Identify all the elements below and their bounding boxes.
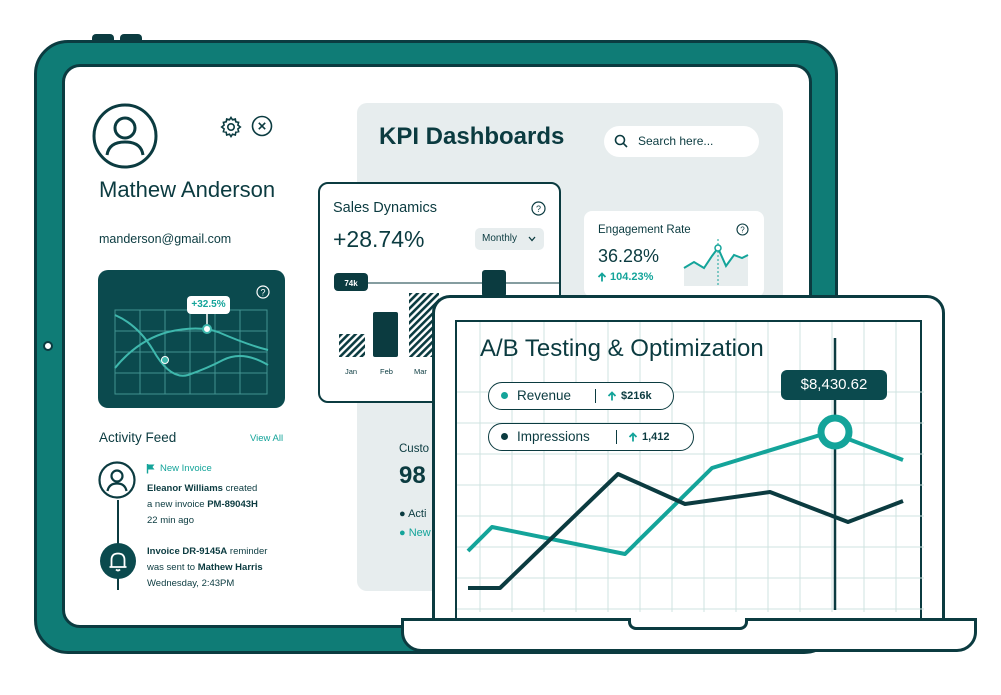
- legend-dot: [501, 392, 508, 399]
- feed-tag: New Invoice: [160, 463, 212, 474]
- arrow-up-icon: [628, 432, 638, 442]
- legend-label: Impressions: [517, 429, 590, 444]
- close-icon[interactable]: [251, 115, 273, 137]
- engagement-sparkline: [683, 239, 749, 286]
- sales-title: Sales Dynamics: [333, 200, 437, 216]
- legend-value: $216k: [621, 390, 652, 402]
- ab-testing-chart: [466, 338, 904, 610]
- svg-text:?: ?: [260, 287, 265, 297]
- legend-separator: [595, 389, 596, 403]
- highlight-point: [817, 414, 853, 450]
- legend-dot: [501, 433, 508, 440]
- view-all-link[interactable]: View All: [250, 433, 283, 444]
- search-placeholder: Search here...: [638, 134, 714, 148]
- bell-icon: [100, 543, 136, 579]
- help-icon[interactable]: ?: [531, 201, 546, 216]
- arrow-up-icon: [597, 272, 607, 282]
- help-icon[interactable]: ?: [736, 223, 749, 236]
- customers-label: Custo: [399, 443, 430, 455]
- profile-name: Mathew Anderson: [99, 177, 276, 202]
- user-avatar-icon[interactable]: [92, 103, 158, 169]
- period-select[interactable]: Monthly: [475, 228, 544, 250]
- profile-email: manderson@gmail.com: [99, 232, 232, 246]
- engagement-title: Engagement Rate: [598, 224, 691, 236]
- legend-value: 1,412: [642, 431, 670, 443]
- month-label: Mar: [414, 367, 427, 376]
- customers-item: ● New: [399, 527, 431, 539]
- arrow-up-icon: [607, 391, 617, 401]
- sales-value: +28.74%: [333, 226, 425, 252]
- engagement-value: 36.28%: [598, 246, 660, 266]
- customers-item: ● Acti: [399, 508, 427, 520]
- month-label: Jan: [345, 367, 358, 376]
- customers-value: 98: [399, 462, 426, 489]
- legend-revenue[interactable]: Revenue $216k: [488, 382, 674, 410]
- legend-label: Revenue: [517, 388, 572, 403]
- kpi-title: KPI Dashboards: [379, 123, 565, 150]
- value-tooltip: $8,430.62: [781, 370, 887, 400]
- tablet-camera: [43, 341, 53, 351]
- slider-label: 74k: [344, 279, 358, 288]
- help-icon[interactable]: ?: [256, 285, 270, 299]
- laptop-notch: [628, 618, 748, 630]
- series-line-impressions: [468, 472, 904, 590]
- month-label: Feb: [380, 367, 393, 376]
- chevron-down-icon: [528, 236, 536, 242]
- legend-separator: [616, 430, 617, 444]
- flag-icon: [146, 464, 155, 474]
- feed-item-text: Invoice DR-9145A reminder was sent to Ma…: [147, 546, 268, 589]
- user-icon: [98, 461, 136, 499]
- svg-text:?: ?: [536, 204, 541, 214]
- engagement-delta: 104.23%: [610, 271, 654, 283]
- growth-badge: +32.5%: [187, 296, 230, 314]
- gear-icon[interactable]: [219, 115, 243, 139]
- search-icon: [614, 134, 628, 148]
- feed-item-text: Eleanor Williams created a new invoice P…: [147, 483, 258, 526]
- svg-text:?: ?: [740, 226, 745, 235]
- legend-impressions[interactable]: Impressions 1,412: [488, 423, 694, 451]
- activity-feed-title: Activity Feed: [99, 430, 177, 445]
